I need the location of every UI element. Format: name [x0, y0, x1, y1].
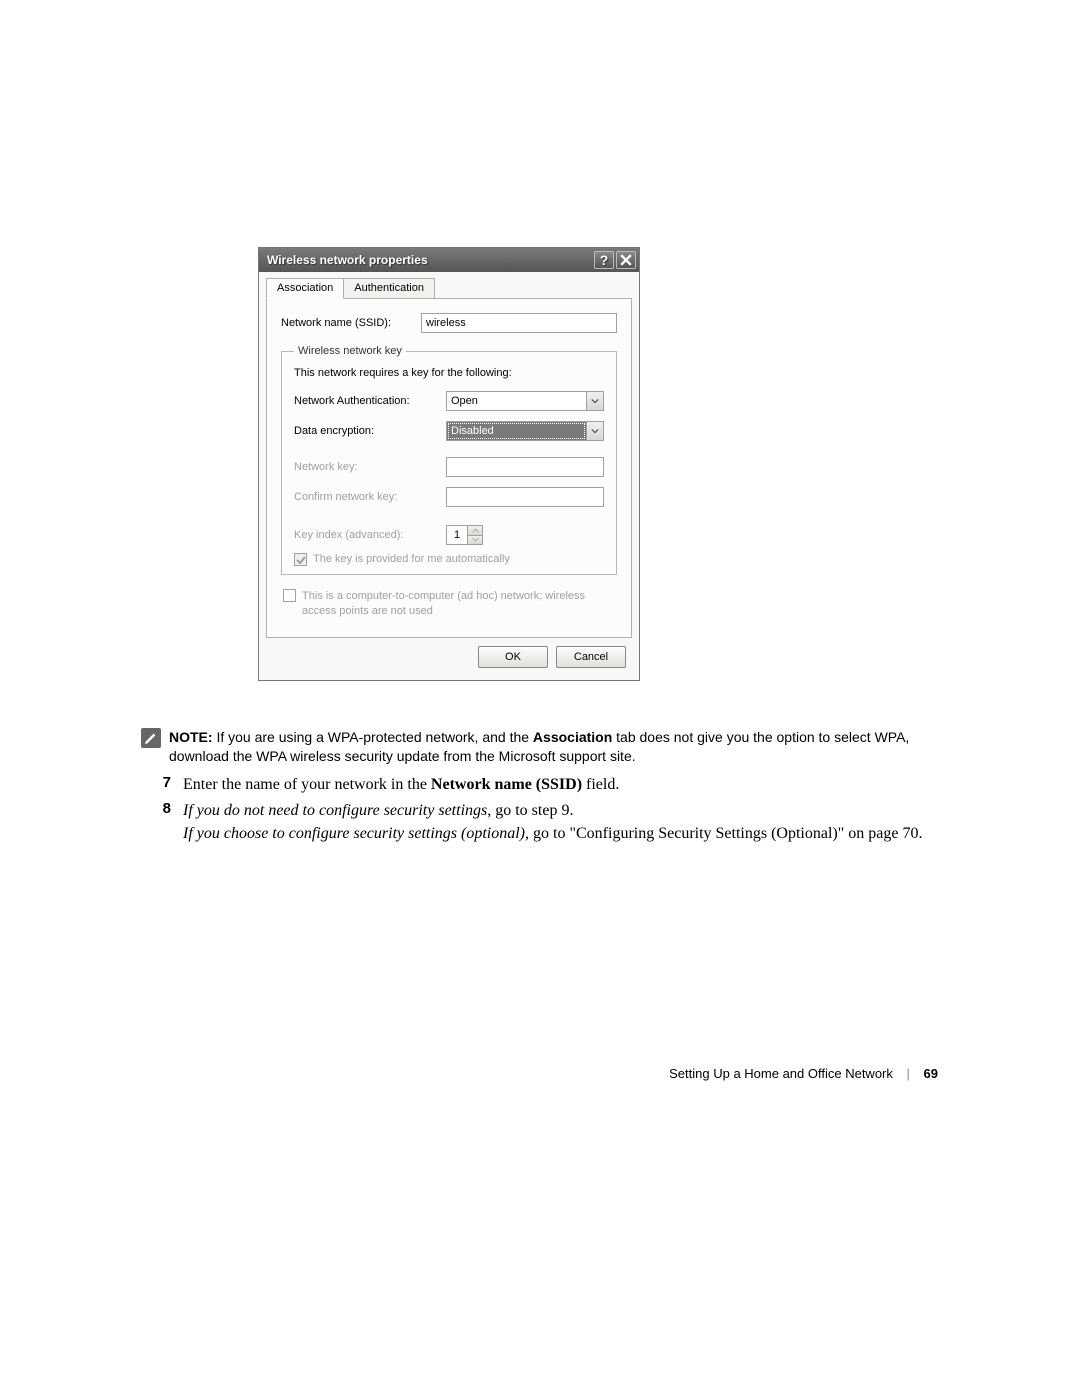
dialog-title: Wireless network properties — [267, 253, 428, 267]
data-encryption-combo[interactable]: Disabled — [446, 421, 604, 441]
step-8: 8 If you do not need to configure securi… — [141, 800, 941, 845]
step-7-bold: Network name (SSID) — [431, 776, 582, 793]
ok-button[interactable]: OK — [478, 646, 548, 668]
spinner-down-icon — [468, 536, 482, 545]
adhoc-checkbox — [283, 589, 296, 602]
step-8-ital-b: If you choose to configure security sett… — [183, 825, 525, 842]
data-encryption-label: Data encryption: — [294, 425, 446, 437]
network-auth-combo[interactable]: Open — [446, 391, 604, 411]
step-8-ital-a: If you do not need to configure security… — [183, 802, 487, 819]
footer-page-number: 69 — [924, 1066, 938, 1081]
note-text-a: If you are using a WPA-protected network… — [213, 729, 533, 745]
step-7-number: 7 — [141, 774, 171, 796]
tab-strip: Association Authentication — [266, 278, 632, 299]
footer-section: Setting Up a Home and Office Network — [669, 1066, 893, 1081]
check-icon — [296, 555, 306, 565]
data-encryption-value: Disabled — [447, 422, 586, 440]
help-button[interactable]: ? — [594, 251, 614, 269]
spinner-up-icon — [468, 526, 482, 536]
note-text: NOTE: If you are using a WPA-protected n… — [169, 728, 941, 766]
chevron-down-icon — [586, 392, 603, 410]
document-body: NOTE: If you are using a WPA-protected n… — [141, 728, 941, 847]
adhoc-label: This is a computer-to-computer (ad hoc) … — [302, 589, 615, 619]
footer-separator: | — [907, 1066, 910, 1081]
tab-association[interactable]: Association — [266, 278, 344, 299]
step-8-text-b: , go to "Configuring Security Settings (… — [525, 825, 922, 842]
key-index-label: Key index (advanced): — [294, 529, 446, 541]
auto-key-checkbox — [294, 553, 307, 566]
confirm-key-input — [446, 487, 604, 507]
wireless-key-info: This network requires a key for the foll… — [294, 367, 604, 379]
tab-authentication[interactable]: Authentication — [343, 278, 435, 298]
wireless-network-properties-dialog: Wireless network properties ? Associatio… — [258, 247, 640, 681]
dialog-titlebar: Wireless network properties ? — [259, 248, 639, 272]
network-auth-value: Open — [447, 392, 586, 410]
step-7-text-b: field. — [582, 776, 619, 793]
close-icon — [620, 254, 632, 266]
step-8-text-a: , go to step 9. — [487, 802, 573, 819]
note-icon — [141, 728, 161, 748]
page-footer: Setting Up a Home and Office Network | 6… — [0, 1066, 1080, 1081]
note-association-bold: Association — [533, 729, 612, 745]
key-index-spinner: 1 — [446, 525, 483, 545]
network-key-input — [446, 457, 604, 477]
note-block: NOTE: If you are using a WPA-protected n… — [141, 728, 941, 766]
tab-association-content: Network name (SSID): Wireless network ke… — [266, 299, 632, 638]
network-key-label: Network key: — [294, 461, 446, 473]
wireless-key-legend: Wireless network key — [294, 345, 406, 357]
auto-key-label: The key is provided for me automatically — [313, 553, 510, 565]
key-index-value: 1 — [446, 525, 468, 545]
step-7-text-a: Enter the name of your network in the — [183, 776, 431, 793]
ssid-input[interactable] — [421, 313, 617, 333]
step-7: 7 Enter the name of your network in the … — [141, 774, 941, 796]
note-label: NOTE: — [169, 729, 213, 745]
confirm-key-label: Confirm network key: — [294, 491, 446, 503]
chevron-down-icon — [586, 422, 603, 440]
network-auth-label: Network Authentication: — [294, 395, 446, 407]
step-8-number: 8 — [141, 800, 171, 845]
ssid-label: Network name (SSID): — [281, 317, 421, 329]
close-button[interactable] — [616, 251, 636, 269]
wireless-key-group: Wireless network key This network requir… — [281, 345, 617, 575]
cancel-button[interactable]: Cancel — [556, 646, 626, 668]
